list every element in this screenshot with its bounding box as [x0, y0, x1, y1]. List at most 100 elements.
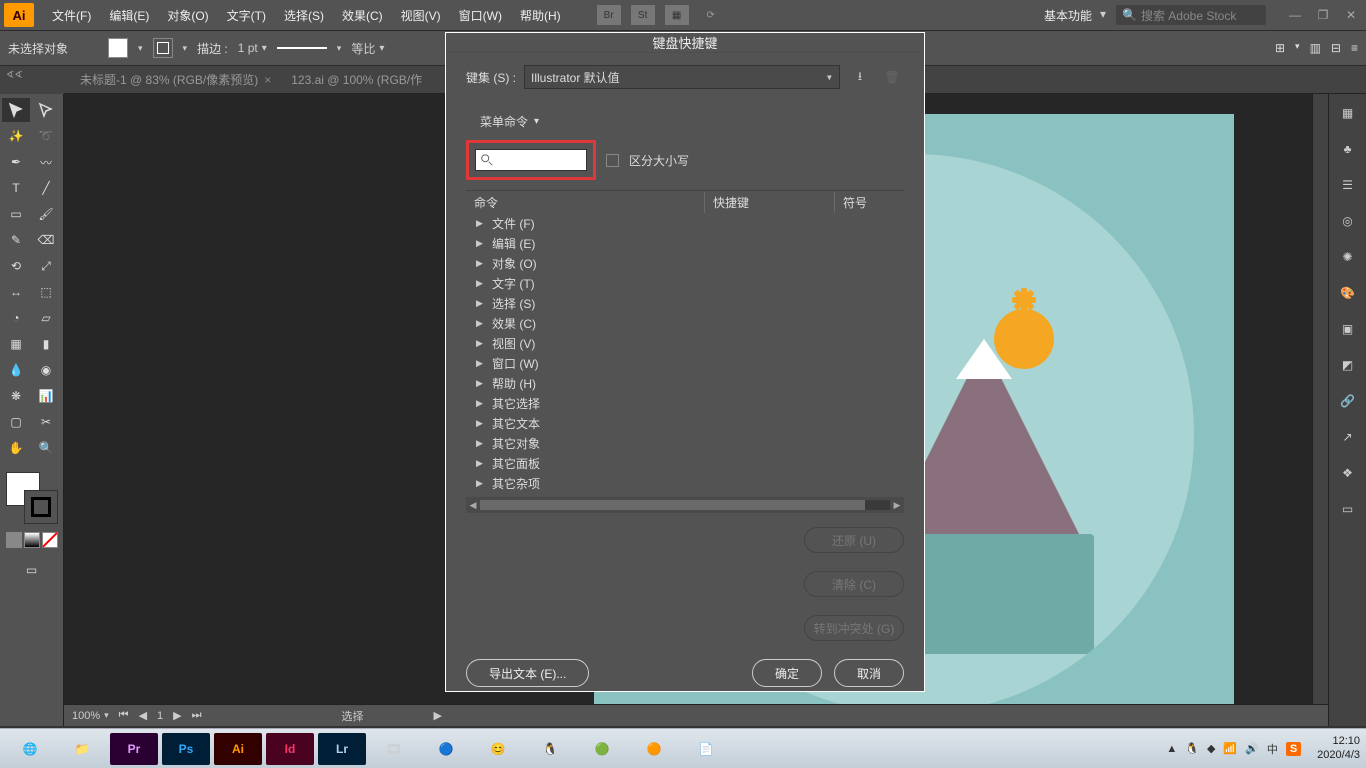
workspace-dropdown[interactable]: 基本功能 [1038, 5, 1108, 26]
menu-effect[interactable]: 效果(C) [334, 3, 391, 28]
taskbar-firefox-icon[interactable]: 🟠 [630, 733, 678, 765]
nav-next-icon[interactable]: ▶ [173, 709, 181, 722]
stock-icon[interactable]: St [631, 5, 655, 25]
gpu-icon[interactable]: ⟳ [699, 5, 723, 25]
perspective-tool[interactable]: ▱ [32, 306, 60, 330]
scroll-left-icon[interactable]: ◀ [466, 500, 480, 511]
chevron-down-icon[interactable]: ▾ [183, 43, 188, 54]
bridge-icon[interactable]: Br [597, 5, 621, 25]
scale-tool[interactable]: ⤢ [32, 254, 60, 278]
command-row[interactable]: ▶其它杂项 [466, 473, 904, 493]
graph-tool[interactable]: 📊 [32, 384, 60, 408]
magic-wand-tool[interactable]: ✨ [2, 124, 30, 148]
nav-first-icon[interactable]: ⏮ [119, 709, 129, 722]
taskbar-qq-icon[interactable]: 🐧 [526, 733, 574, 765]
cc-panel-icon[interactable]: ◎ [1337, 210, 1359, 232]
color-panel-icon[interactable]: ✺ [1337, 246, 1359, 268]
zoom-dropdown[interactable]: 100% [72, 710, 109, 722]
blend-tool[interactable]: ◉ [32, 358, 60, 382]
taskbar-illustrator-icon[interactable]: Ai [214, 733, 262, 765]
prefs-icon[interactable]: ⊟ [1331, 41, 1341, 55]
hand-tool[interactable]: ✋ [2, 436, 30, 460]
command-row[interactable]: ▶效果 (C) [466, 313, 904, 333]
search-stock-input[interactable]: 🔍 搜索 Adobe Stock [1116, 5, 1266, 25]
type-tool[interactable]: T [2, 176, 30, 200]
shortcut-search-input[interactable] [475, 149, 587, 171]
command-row[interactable]: ▶其它面板 [466, 453, 904, 473]
window-minimize[interactable]: ― [1284, 6, 1306, 24]
command-row[interactable]: ▶窗口 (W) [466, 353, 904, 373]
col-shortcut[interactable]: 快捷键 [704, 192, 834, 213]
taskbar-explorer-icon[interactable]: 📁 [58, 733, 106, 765]
chevron-down-icon[interactable]: ▾ [1295, 41, 1300, 55]
command-row[interactable]: ▶其它文本 [466, 413, 904, 433]
menu-select[interactable]: 选择(S) [276, 3, 332, 28]
taskbar-app-3-icon[interactable]: 😊 [474, 733, 522, 765]
document-tab-1[interactable]: 未标题-1 @ 83% (RGB/像素预览)× [70, 67, 281, 92]
lasso-tool[interactable]: ➰ [32, 124, 60, 148]
taskbar-indesign-icon[interactable]: Id [266, 733, 314, 765]
tray-volume-icon[interactable]: 🔊 [1245, 742, 1259, 755]
panel-menu-icon[interactable]: ≡ [1351, 41, 1358, 55]
menu-type[interactable]: 文字(T) [219, 3, 274, 28]
close-icon[interactable]: × [264, 73, 271, 87]
curvature-tool[interactable]: 〰 [32, 150, 60, 174]
menu-help[interactable]: 帮助(H) [512, 3, 569, 28]
chevron-down-icon[interactable]: ▾ [138, 43, 143, 54]
col-symbol[interactable]: 符号 [834, 192, 904, 213]
command-row[interactable]: ▶文件 (F) [466, 213, 904, 233]
taskbar-browser-icon[interactable]: 🌐 [6, 733, 54, 765]
tray-qq-icon[interactable]: 🐧 [1185, 742, 1199, 755]
artboards-panel-icon[interactable]: ▭ [1337, 498, 1359, 520]
command-row[interactable]: ▶帮助 (H) [466, 373, 904, 393]
menu-object[interactable]: 对象(O) [159, 3, 216, 28]
command-row[interactable]: ▶其它选择 [466, 393, 904, 413]
doc-setup-icon[interactable]: ▥ [1310, 41, 1321, 55]
tray-chevron-icon[interactable]: ▲ [1166, 743, 1177, 755]
taskbar-lightroom-icon[interactable]: Lr [318, 733, 366, 765]
color-mode-icon[interactable] [6, 532, 22, 548]
nav-prev-icon[interactable]: ◀ [139, 709, 147, 722]
links-panel-icon[interactable]: 🔗 [1337, 390, 1359, 412]
rotate-tool[interactable]: ⟲ [2, 254, 30, 278]
paintbrush-tool[interactable]: 🖌 [32, 202, 60, 226]
system-tray[interactable]: ▲ 🐧 ◆ 📶 🔊 中 S 12:10 2020/4/3 [1166, 735, 1360, 761]
stroke-style-preview[interactable] [277, 47, 327, 49]
window-restore[interactable]: ❐ [1312, 6, 1334, 24]
category-dropdown[interactable]: 菜单命令 [480, 113, 539, 130]
gradient-tool[interactable]: ▮ [32, 332, 60, 356]
free-transform-tool[interactable]: ⬚ [32, 280, 60, 304]
zoom-tool[interactable]: 🔍 [32, 436, 60, 460]
command-row[interactable]: ▶对象 (O) [466, 253, 904, 273]
line-tool[interactable]: ╱ [32, 176, 60, 200]
pen-tool[interactable]: ✒ [2, 150, 30, 174]
horizontal-scrollbar[interactable]: ▶ [434, 709, 442, 722]
arrange-docs-icon[interactable]: ▦ [665, 5, 689, 25]
properties-panel-icon[interactable]: ▦ [1337, 102, 1359, 124]
swatches-panel-icon[interactable]: 🎨 [1337, 282, 1359, 304]
shape-builder-tool[interactable]: ◔ [2, 306, 30, 330]
match-case-checkbox[interactable] [606, 154, 619, 167]
taskbar-photoshop-icon[interactable]: Ps [162, 733, 210, 765]
scroll-right-icon[interactable]: ▶ [890, 500, 904, 511]
fill-swatch[interactable] [108, 38, 128, 58]
export-text-button[interactable]: 导出文本 (E)... [466, 659, 589, 687]
nav-last-icon[interactable]: ⏭ [192, 709, 202, 722]
taskbar-app-1-icon[interactable]: 🎞 [370, 733, 418, 765]
set-dropdown[interactable]: Illustrator 默认值 [524, 65, 840, 89]
menu-window[interactable]: 窗口(W) [451, 3, 510, 28]
command-row[interactable]: ▶其它对象 [466, 433, 904, 453]
taskbar-chrome-icon[interactable]: 🟢 [578, 733, 626, 765]
brushes-panel-icon[interactable]: ☰ [1337, 174, 1359, 196]
tabrow-chevrons-icon[interactable]: ∢∢ [6, 70, 23, 81]
ok-button[interactable]: 确定 [752, 659, 822, 687]
menu-file[interactable]: 文件(F) [44, 3, 99, 28]
shaper-tool[interactable]: ✎ [2, 228, 30, 252]
artboard-tool[interactable]: ▢ [2, 410, 30, 434]
menu-edit[interactable]: 编辑(E) [101, 3, 157, 28]
list-horizontal-scrollbar[interactable]: ◀ ▶ [466, 497, 904, 513]
none-mode-icon[interactable] [42, 532, 58, 548]
chevron-down-icon[interactable]: ▾ [337, 43, 342, 54]
command-row[interactable]: ▶编辑 (E) [466, 233, 904, 253]
mesh-tool[interactable]: ▦ [2, 332, 30, 356]
